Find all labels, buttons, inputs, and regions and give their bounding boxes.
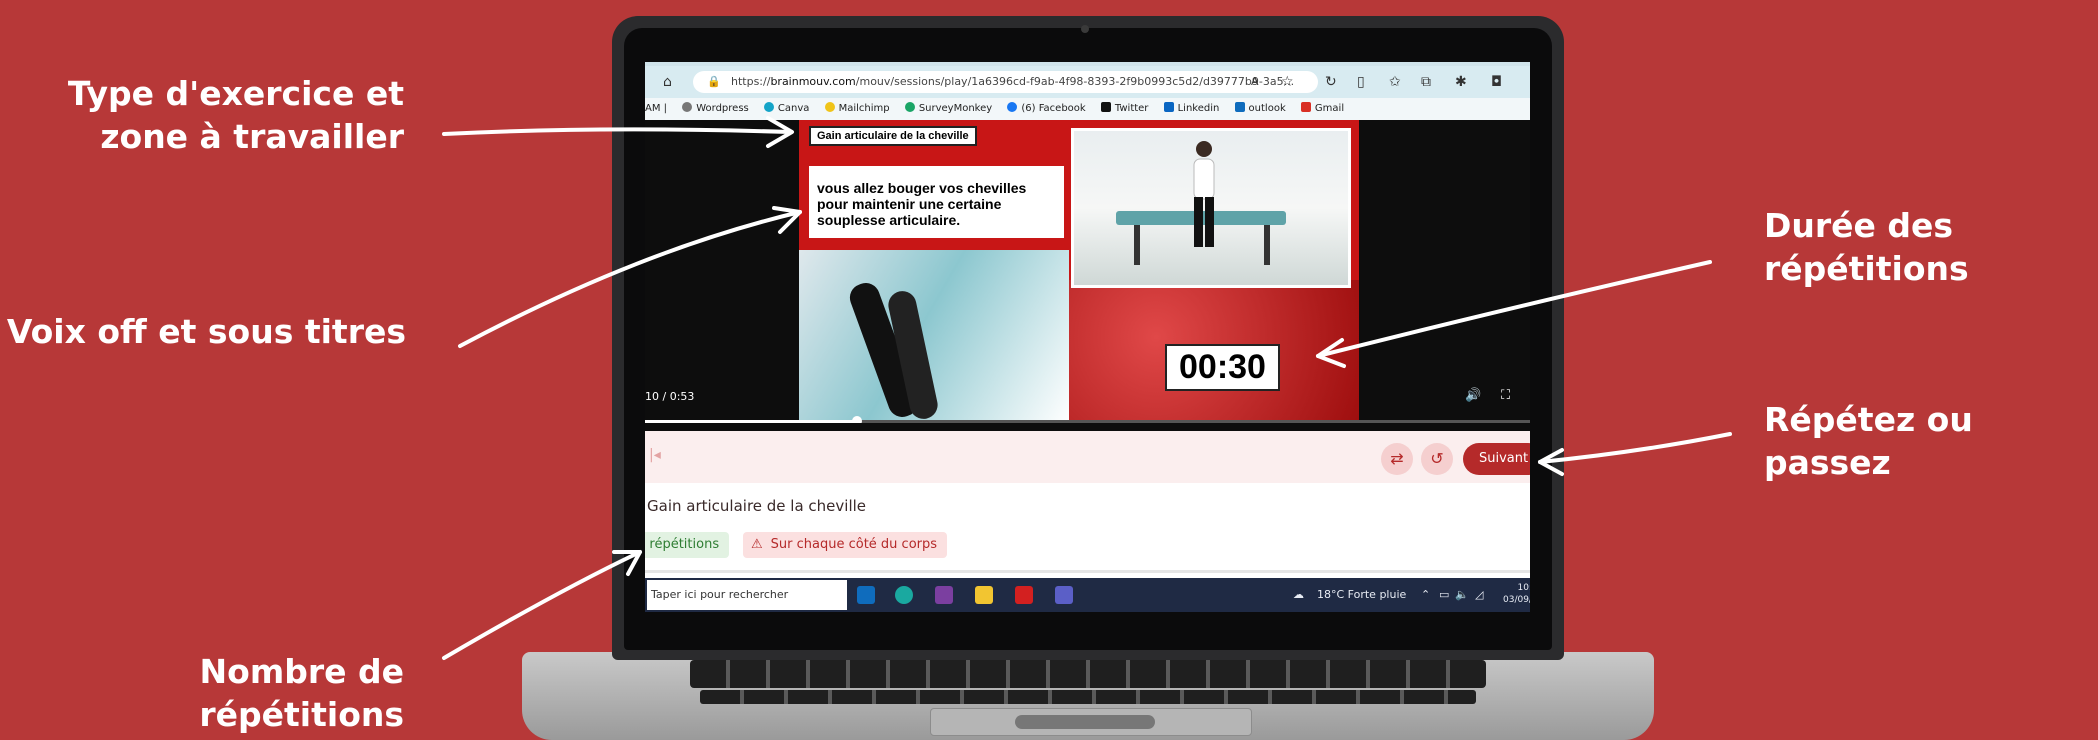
arrowhead-voix-off <box>772 206 802 234</box>
arrow-repetez <box>1538 432 1732 464</box>
arrow-duree <box>1316 260 1712 358</box>
arrow-voix-off <box>458 210 802 348</box>
annotation-arrows <box>442 116 1732 660</box>
arrow-type-exercice <box>442 127 792 136</box>
arrow-nombre-repetitions <box>442 550 642 660</box>
